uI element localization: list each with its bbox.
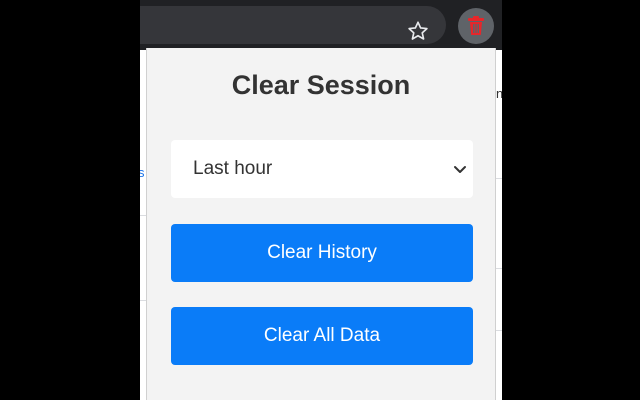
clear-all-data-label: Clear All Data	[263, 325, 381, 346]
chevron-down-icon	[454, 166, 466, 173]
background-divider	[496, 330, 502, 331]
address-bar[interactable]	[140, 6, 446, 44]
extension-button[interactable]	[458, 8, 494, 44]
clear-history-button[interactable]: Clear History	[171, 224, 473, 282]
background-divider	[496, 268, 502, 269]
background-divider	[496, 178, 502, 179]
popup-title: Clear Session	[231, 70, 411, 100]
bookmark-star-icon[interactable]	[404, 17, 432, 45]
clear-history-label: Clear History	[267, 242, 377, 263]
background-link-fragment: s	[140, 165, 145, 180]
clear-all-data-button[interactable]: Clear All Data	[171, 307, 473, 365]
time-range-select[interactable]: Last hour	[171, 140, 473, 198]
trash-icon	[468, 16, 484, 35]
extension-popup: Clear Session Last hour Clear History Cl…	[146, 48, 496, 400]
background-text-fragment: n	[496, 86, 502, 101]
time-range-selected-value: Last hour	[193, 158, 273, 179]
screen: { "popup": { "title": "Clear Session", "…	[0, 0, 640, 400]
browser-toolbar	[140, 0, 502, 50]
